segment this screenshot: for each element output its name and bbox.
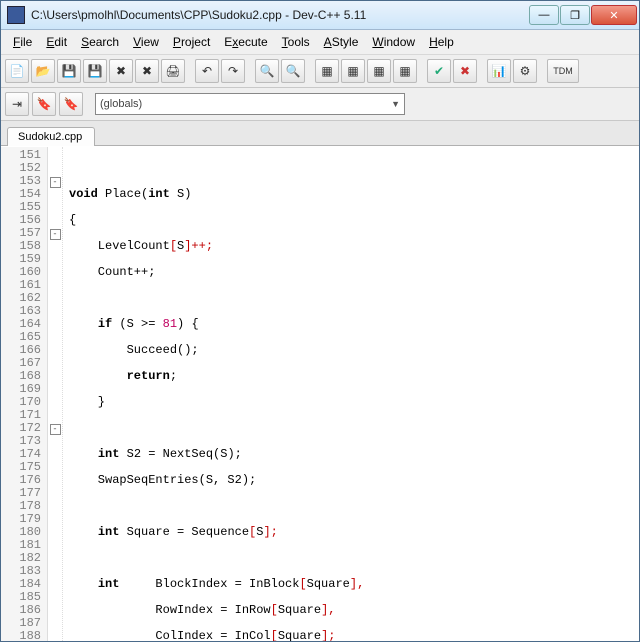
close-all-button[interactable]: ✖ (135, 59, 159, 83)
fold-column: - - - (48, 147, 63, 641)
rebuild-button[interactable]: ▦ (393, 59, 417, 83)
save-all-button[interactable]: 💾 (83, 59, 107, 83)
print-button[interactable]: 🖨 (161, 59, 185, 83)
line-number-gutter: 1511521531541551561571581591601611621631… (1, 147, 48, 641)
menu-window[interactable]: Window (366, 34, 421, 50)
close-button[interactable]: ✕ (591, 5, 637, 25)
find-button[interactable]: 🔍 (255, 59, 279, 83)
menu-project[interactable]: Project (167, 34, 216, 50)
menu-help[interactable]: Help (423, 34, 460, 50)
compile-run-button[interactable]: ▦ (367, 59, 391, 83)
code-editor[interactable]: 1511521531541551561571581591601611621631… (1, 146, 639, 641)
app-icon (7, 6, 25, 24)
menu-execute[interactable]: Execute (218, 34, 273, 50)
replace-button[interactable]: 🔍 (281, 59, 305, 83)
tdm-button[interactable]: TDM (547, 59, 579, 83)
options-button[interactable]: ⚙ (513, 59, 537, 83)
globals-combo-value: (globals) (100, 98, 142, 110)
new-file-button[interactable]: 📄 (5, 59, 29, 83)
goto-bookmark-button[interactable]: 🔖 (59, 92, 83, 116)
tabstrip: Sudoku2.cpp (1, 121, 639, 146)
window-title: C:\Users\pmolhl\Documents\CPP\Sudoku2.cp… (31, 8, 529, 22)
menubar: File Edit Search View Project Execute To… (1, 30, 639, 55)
file-tab-label: Sudoku2.cpp (18, 131, 82, 143)
menu-astyle[interactable]: AStyle (318, 34, 365, 50)
goto-button[interactable]: ⇥ (5, 92, 29, 116)
run-button[interactable]: ▦ (341, 59, 365, 83)
maximize-button[interactable]: ❐ (560, 5, 590, 25)
debug-button[interactable]: ✔ (427, 59, 451, 83)
code-area[interactable]: void Place(int S) { LevelCount[S]++; Cou… (63, 147, 639, 641)
profile-button[interactable]: 📊 (487, 59, 511, 83)
compile-button[interactable]: ▦ (315, 59, 339, 83)
menu-edit[interactable]: Edit (40, 34, 73, 50)
stop-button[interactable]: ✖ (453, 59, 477, 83)
bookmark-button[interactable]: 🔖 (32, 92, 56, 116)
toolbar-secondary: ⇥ 🔖 🔖 (globals) ▼ (1, 88, 639, 121)
open-button[interactable]: 📂 (31, 59, 55, 83)
chevron-down-icon: ▼ (391, 99, 400, 109)
globals-combo[interactable]: (globals) ▼ (95, 93, 405, 115)
menu-search[interactable]: Search (75, 34, 125, 50)
close-file-button[interactable]: ✖ (109, 59, 133, 83)
redo-button[interactable]: ↷ (221, 59, 245, 83)
toolbar-main: 📄 📂 💾 💾 ✖ ✖ 🖨 ↶ ↷ 🔍 🔍 ▦ ▦ ▦ ▦ ✔ ✖ 📊 ⚙ TD… (1, 55, 639, 88)
undo-button[interactable]: ↶ (195, 59, 219, 83)
minimize-button[interactable]: — (529, 5, 559, 25)
menu-tools[interactable]: Tools (276, 34, 316, 50)
file-tab[interactable]: Sudoku2.cpp (7, 127, 95, 146)
save-button[interactable]: 💾 (57, 59, 81, 83)
app-window: C:\Users\pmolhl\Documents\CPP\Sudoku2.cp… (0, 0, 640, 642)
menu-view[interactable]: View (127, 34, 165, 50)
menu-file[interactable]: File (7, 34, 38, 50)
titlebar[interactable]: C:\Users\pmolhl\Documents\CPP\Sudoku2.cp… (1, 1, 639, 30)
